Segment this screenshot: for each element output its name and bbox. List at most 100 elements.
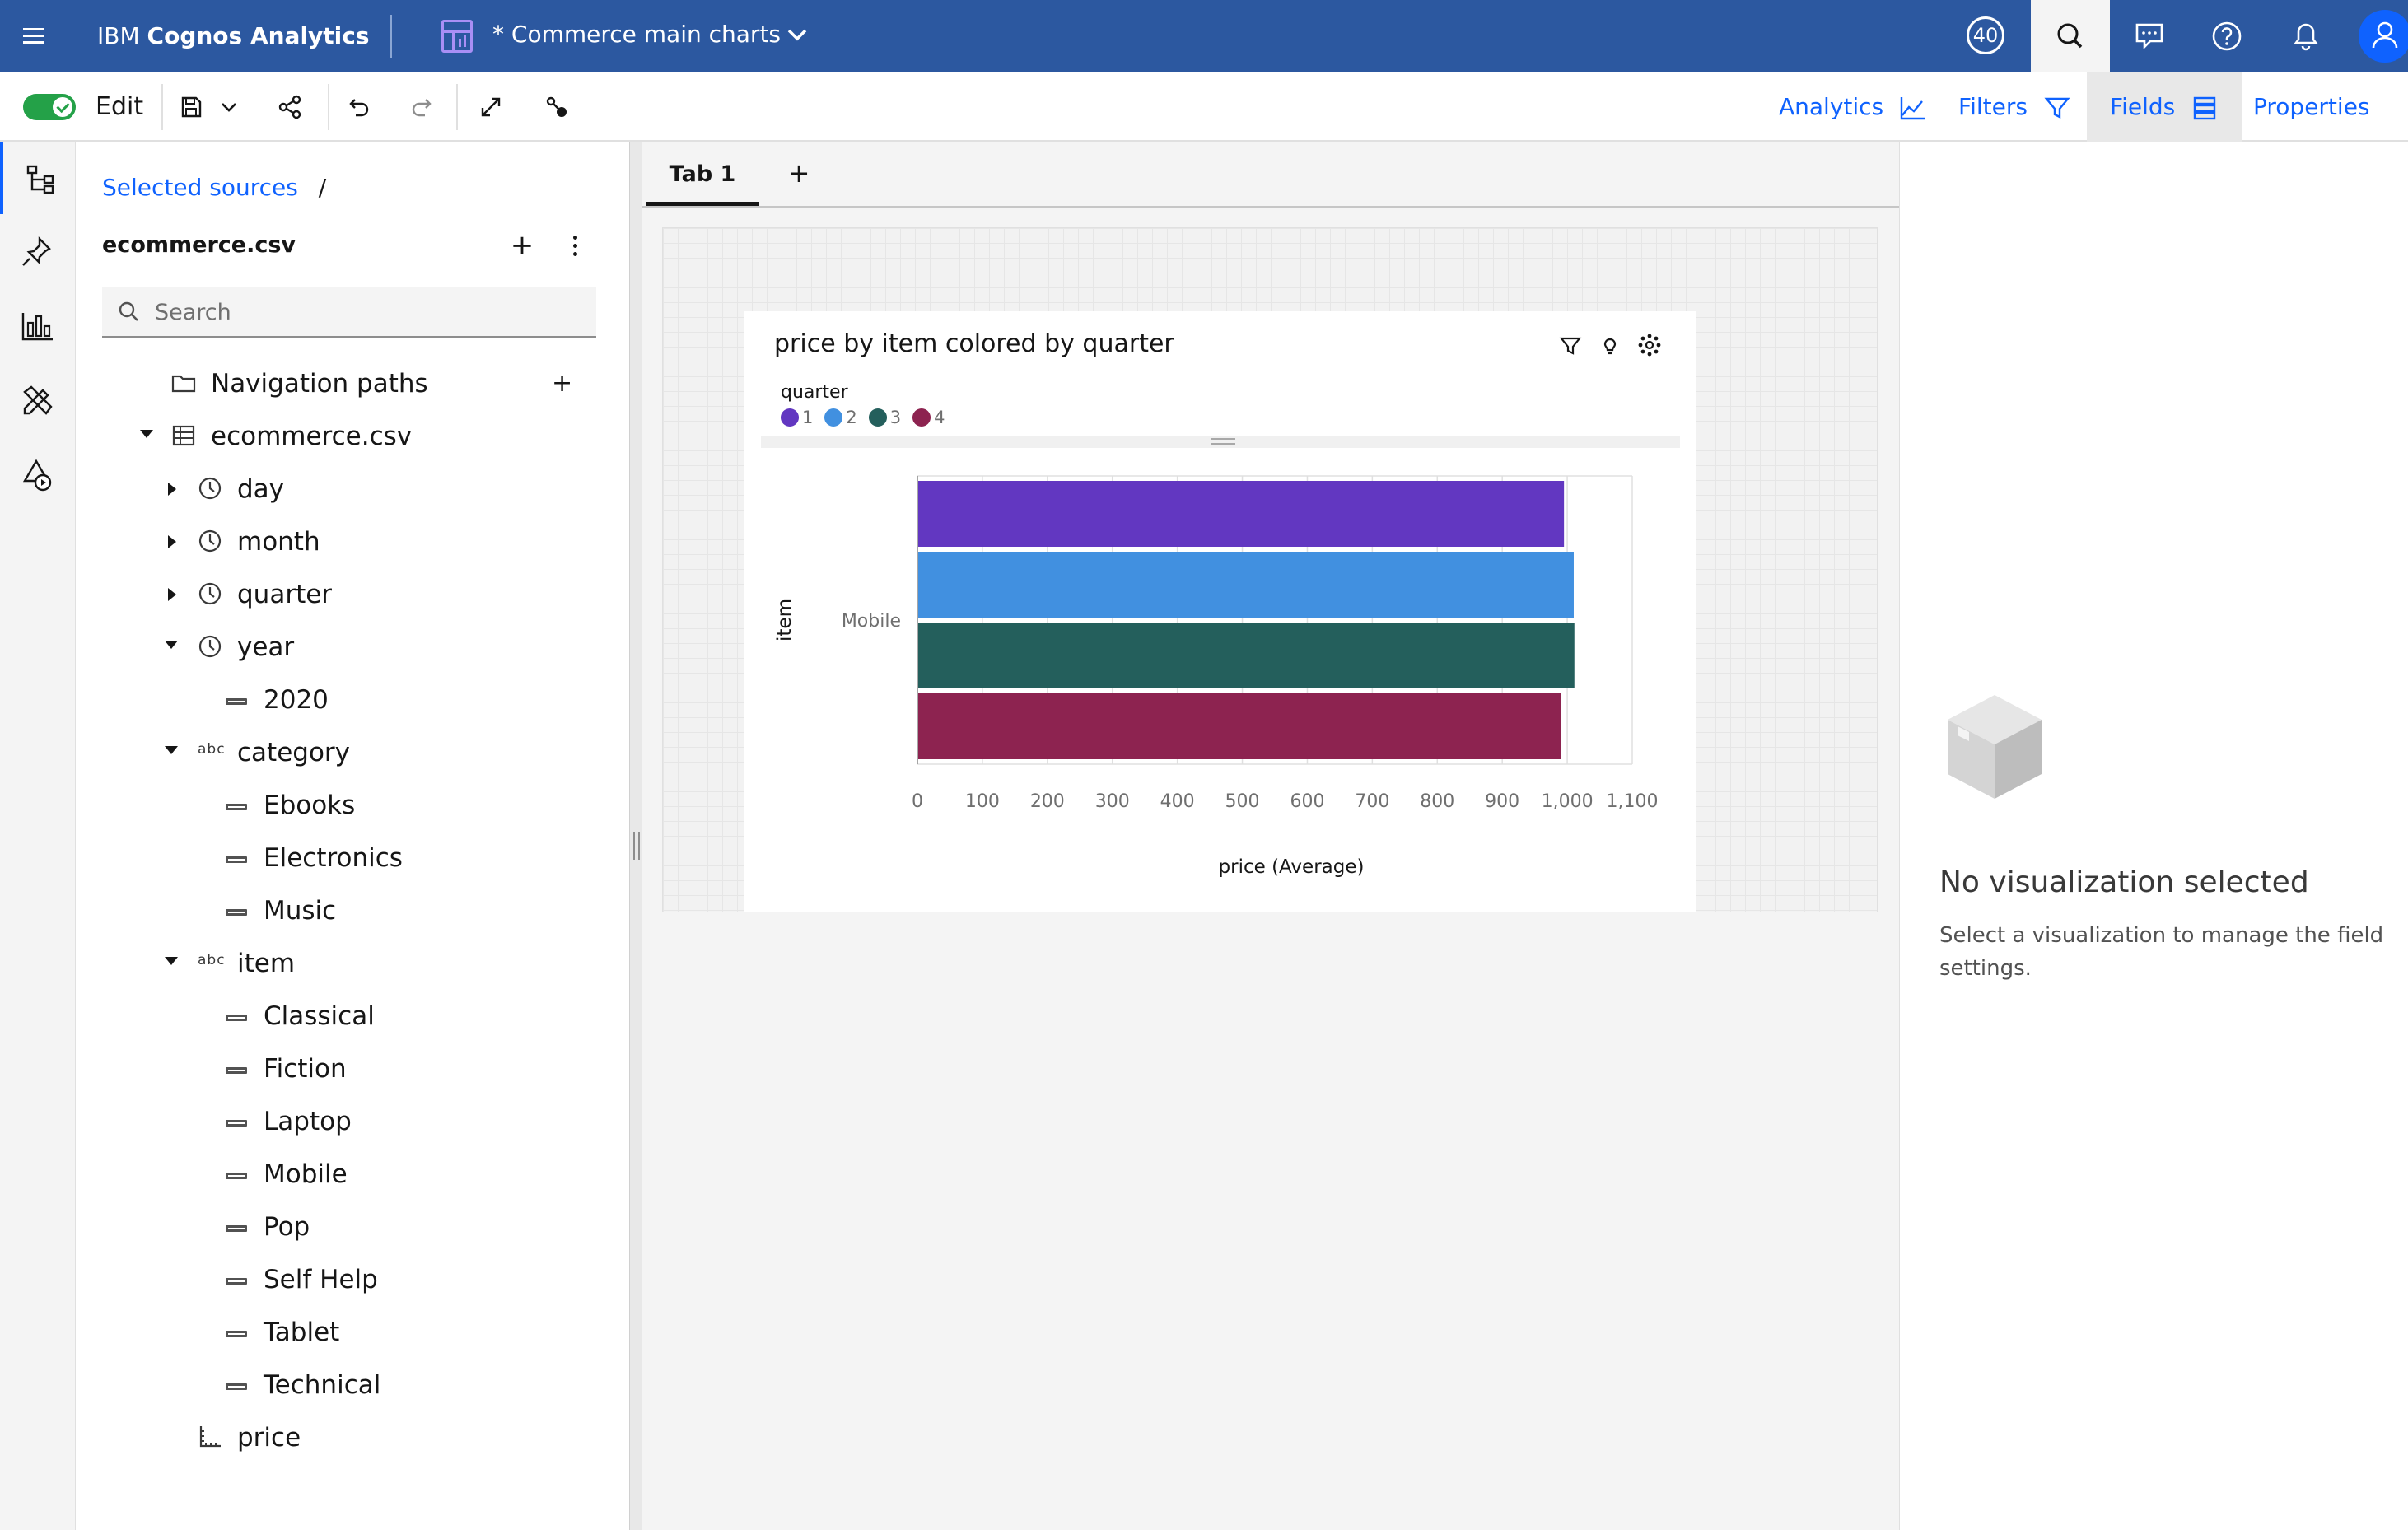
filter-icon[interactable] xyxy=(1555,329,1586,361)
share-icon[interactable] xyxy=(267,84,313,130)
tab-fields[interactable]: Fields xyxy=(2087,72,2242,142)
tree-item-month[interactable]: month xyxy=(76,515,629,568)
tree-label: Tablet xyxy=(264,1318,340,1347)
tree-item-category[interactable]: abc category xyxy=(76,726,629,779)
data-sources-icon[interactable] xyxy=(0,142,76,214)
tree-member-2020[interactable]: 2020 xyxy=(76,674,629,726)
tree-label: item xyxy=(237,949,296,978)
bar-chart-plot: 0 100 200 300 400 500 600 700 800 900 1,000 1,100 Mo… xyxy=(774,475,1658,878)
fullscreen-icon[interactable] xyxy=(468,84,514,130)
tree-item-quarter[interactable]: quarter xyxy=(76,568,629,621)
tree-member-fiction[interactable]: Fiction xyxy=(76,1043,629,1095)
tree-member-music[interactable]: Music xyxy=(76,884,629,937)
member-icon xyxy=(226,1331,247,1337)
user-avatar-icon[interactable] xyxy=(2359,10,2408,63)
legend-label: 2 xyxy=(846,408,857,427)
measure-ruler-icon xyxy=(199,1426,221,1448)
tree-member-laptop[interactable]: Laptop xyxy=(76,1095,629,1148)
tab-properties[interactable]: Properties xyxy=(2230,72,2408,187)
chat-icon[interactable] xyxy=(2110,0,2189,72)
caret-down-icon[interactable] xyxy=(165,746,178,754)
bar-q3[interactable] xyxy=(918,623,1575,688)
tree-item-dataset[interactable]: ecommerce.csv xyxy=(76,410,629,463)
bar-q4[interactable] xyxy=(918,693,1561,759)
settings-gear-icon[interactable] xyxy=(1634,329,1665,361)
x-tick-label: 800 xyxy=(1420,791,1454,812)
add-navigation-path-icon[interactable]: + xyxy=(552,367,572,400)
legend-item[interactable]: 1 xyxy=(781,405,813,430)
legend-item[interactable]: 3 xyxy=(868,405,901,430)
edit-mode-toggle[interactable] xyxy=(23,94,76,120)
tree-label: 2020 xyxy=(264,685,329,715)
search-input[interactable] xyxy=(155,293,583,331)
breadcrumb-selected-sources[interactable]: Selected sources xyxy=(102,174,298,201)
dashboard-icon xyxy=(441,20,473,53)
notification-count-badge[interactable]: 40 xyxy=(1967,16,2004,54)
x-tick-label: 600 xyxy=(1290,791,1324,812)
shapes-media-icon[interactable] xyxy=(0,438,76,511)
chart-title[interactable]: price by item colored by quarter xyxy=(774,326,1174,362)
folder-icon xyxy=(171,375,196,393)
tree-item-navigation-paths[interactable]: Navigation paths + xyxy=(76,357,629,410)
caret-down-icon[interactable] xyxy=(140,430,153,438)
tree-member-mobile[interactable]: Mobile xyxy=(76,1148,629,1201)
caret-right-icon[interactable] xyxy=(168,535,176,548)
caret-right-icon[interactable] xyxy=(168,483,176,496)
notification-bell-icon[interactable] xyxy=(2266,0,2345,72)
tree-member-tablet[interactable]: Tablet xyxy=(76,1306,629,1359)
tree-member-ebooks[interactable]: Ebooks xyxy=(76,779,629,832)
add-icon[interactable]: + xyxy=(504,227,540,264)
legend-label: 4 xyxy=(934,408,945,427)
tree-label: month xyxy=(237,527,320,557)
search-icon[interactable] xyxy=(2031,0,2110,72)
visualization-widget[interactable]: price by item colored by quarter quarter… xyxy=(744,311,1696,912)
tab-fields-label: Fields xyxy=(2110,93,2176,120)
insights-lightbulb-icon[interactable] xyxy=(1594,329,1626,361)
legend-item[interactable]: 4 xyxy=(912,405,945,430)
dashboard-tabs: Tab 1 + xyxy=(642,142,1899,208)
legend-resize-handle[interactable] xyxy=(761,436,1680,448)
chart-legend: 1 2 3 4 xyxy=(781,405,957,430)
help-icon[interactable] xyxy=(2187,0,2266,72)
tree-item-item[interactable]: abc item xyxy=(76,937,629,990)
tree-item-day[interactable]: day xyxy=(76,463,629,515)
save-options-chevron-icon[interactable] xyxy=(212,84,245,130)
tab-properties-label: Properties xyxy=(2253,93,2370,120)
tab-1[interactable]: Tab 1 xyxy=(646,155,759,206)
tree-member-classical[interactable]: Classical xyxy=(76,990,629,1043)
tree-member-technical[interactable]: Technical xyxy=(76,1359,629,1411)
tab-analytics[interactable]: Analytics xyxy=(1756,72,1950,142)
search-icon xyxy=(119,301,138,321)
tree-member-electronics[interactable]: Electronics xyxy=(76,832,629,884)
overflow-menu-icon[interactable] xyxy=(557,227,593,264)
add-tab-button[interactable]: + xyxy=(781,155,817,191)
empty-box-icon xyxy=(1948,695,2042,799)
tab-filters[interactable]: Filters xyxy=(1935,72,2094,142)
chevron-down-icon[interactable] xyxy=(782,18,812,51)
product-name: IBM Cognos Analytics xyxy=(97,20,370,53)
redo-icon[interactable] xyxy=(400,84,446,130)
caret-down-icon[interactable] xyxy=(165,641,178,649)
tree-member-pop[interactable]: Pop xyxy=(76,1201,629,1253)
toolbar: Edit Analytics Filters Fields Properties xyxy=(0,72,2408,187)
bar-q2[interactable] xyxy=(918,552,1574,618)
legend-swatch xyxy=(781,408,799,427)
assets-tools-icon[interactable] xyxy=(0,364,76,436)
caret-down-icon[interactable] xyxy=(165,957,178,965)
bar-q1[interactable] xyxy=(918,481,1565,547)
tree-member-self-help[interactable]: Self Help xyxy=(76,1253,629,1306)
pin-icon[interactable] xyxy=(0,216,76,288)
tree-item-price[interactable]: price xyxy=(76,1411,629,1464)
panel-resize-handle[interactable] xyxy=(629,142,642,1530)
tree-item-year[interactable]: year xyxy=(76,621,629,674)
legend-item[interactable]: 2 xyxy=(824,405,857,430)
hamburger-menu-icon[interactable] xyxy=(16,18,53,54)
undo-icon[interactable] xyxy=(334,84,380,130)
save-icon[interactable] xyxy=(168,84,214,130)
relationship-icon[interactable] xyxy=(534,84,580,130)
document-title[interactable]: * Commerce main charts xyxy=(492,18,781,51)
tree-label: Technical xyxy=(264,1370,381,1400)
member-icon xyxy=(226,1278,247,1285)
visualizations-icon[interactable] xyxy=(0,290,76,362)
caret-right-icon[interactable] xyxy=(168,588,176,601)
